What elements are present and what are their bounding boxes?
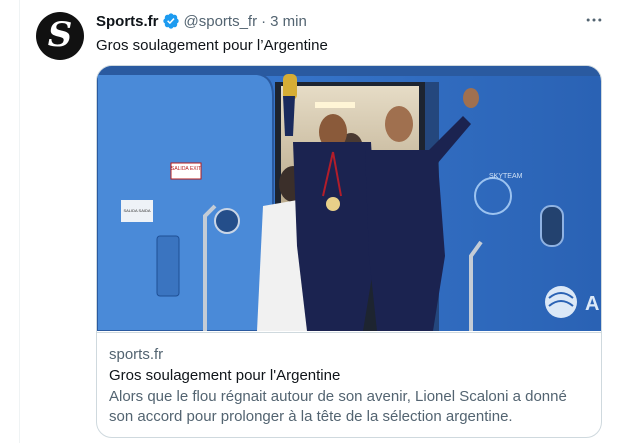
skyteam-text: SKYTEAM [489,173,523,180]
card-title: Gros soulagement pour l'Argentine [109,367,341,384]
display-name[interactable]: Sports.fr [96,13,159,30]
door-placard: SALIDA SAIDA [123,208,150,213]
airline-tail-text: A [585,293,599,315]
tweet[interactable]: S Sports.fr @sports_fr · 3 min Gros soul… [19,0,619,443]
card-image[interactable]: SALIDA EXIT SALIDA SAIDA SKYTEAM A [97,66,601,331]
timestamp[interactable]: 3 min [270,13,307,30]
card-description: Alors que le flou régnait autour de son … [109,388,567,425]
link-card[interactable]: SALIDA EXIT SALIDA SAIDA SKYTEAM A sport… [96,65,602,438]
verified-badge-icon [162,13,179,29]
card-body[interactable]: sports.fr Gros soulagement pour l'Argent… [97,332,601,437]
tweet-header: Sports.fr @sports_fr · 3 min [96,11,307,31]
more-horizontal-icon [586,18,602,22]
tweet-text: Gros soulagement pour l’Argentine [96,37,328,54]
card-domain: sports.fr [109,346,164,363]
more-options-button[interactable] [582,10,606,30]
avatar[interactable]: S [36,12,84,60]
exit-sign: SALIDA EXIT [171,166,201,172]
card-photo: SALIDA EXIT SALIDA SAIDA SKYTEAM A [97,66,601,331]
sports-fr-logo: S [47,15,73,55]
separator-dot: · [261,12,267,30]
user-handle[interactable]: @sports_fr [184,13,258,30]
